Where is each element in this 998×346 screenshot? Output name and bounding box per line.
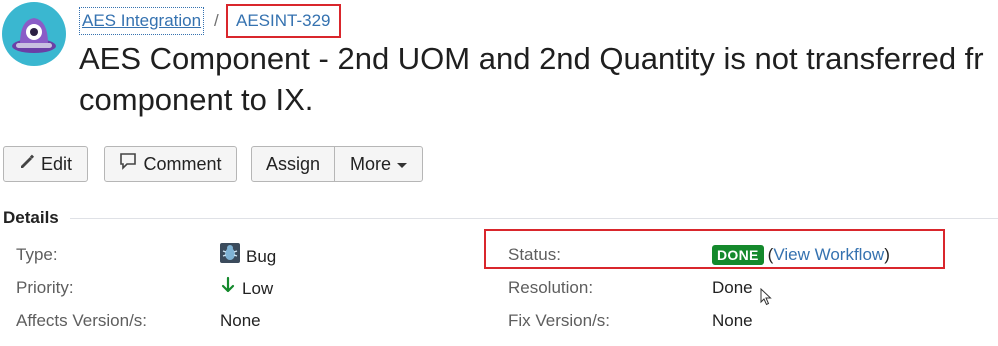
assign-button-label: Assign [265, 154, 321, 174]
status-lozenge: DONE [712, 245, 764, 265]
status-close-paren: ) [884, 245, 890, 264]
type-label: Type: [16, 245, 58, 264]
priority-value-text: Low [242, 278, 274, 298]
breadcrumb-separator: / [214, 11, 219, 30]
resolution-value: Done [712, 278, 753, 297]
assign-button[interactable]: Assign [251, 146, 335, 182]
arrow-down-icon [220, 276, 236, 301]
fix-version-label: Fix Version/s: [508, 311, 611, 330]
comment-button[interactable]: Comment [104, 146, 237, 182]
status-value: DONE (View Workflow) [712, 243, 890, 267]
breadcrumb-issue-key-link[interactable]: AESINT-329 [226, 4, 341, 38]
details-divider [70, 218, 998, 219]
project-avatar-icon[interactable] [2, 2, 66, 66]
status-label: Status: [508, 245, 561, 264]
affects-version-value: None [220, 311, 261, 330]
more-button[interactable]: More [334, 146, 423, 182]
edit-button[interactable]: Edit [3, 146, 88, 182]
pencil-icon [19, 147, 35, 181]
resolution-label: Resolution: [508, 278, 594, 297]
more-button-label: More [349, 154, 391, 174]
affects-version-label: Affects Version/s: [16, 311, 148, 330]
breadcrumb-project-link[interactable]: AES Integration [78, 7, 205, 35]
priority-value: Low [220, 276, 273, 301]
edit-button-label: Edit [40, 154, 73, 174]
caret-down-icon [397, 162, 407, 168]
type-value: Bug [220, 243, 276, 270]
type-value-text: Bug [246, 246, 277, 266]
comment-button-label: Comment [143, 154, 222, 174]
issue-title-line-1: AES Component - 2nd UOM and 2nd Quantity… [79, 41, 984, 76]
mouse-pointer-icon [760, 287, 772, 311]
issue-title-line-2: component to IX. [79, 82, 314, 117]
issue-title: AES Component - 2nd UOM and 2nd Quantity… [79, 38, 998, 120]
priority-label: Priority: [16, 278, 74, 297]
view-workflow-link[interactable]: View Workflow [773, 243, 884, 267]
speech-bubble-icon [119, 147, 137, 181]
bug-icon [220, 243, 240, 270]
fix-version-value: None [712, 311, 753, 330]
details-heading: Details [3, 208, 59, 227]
